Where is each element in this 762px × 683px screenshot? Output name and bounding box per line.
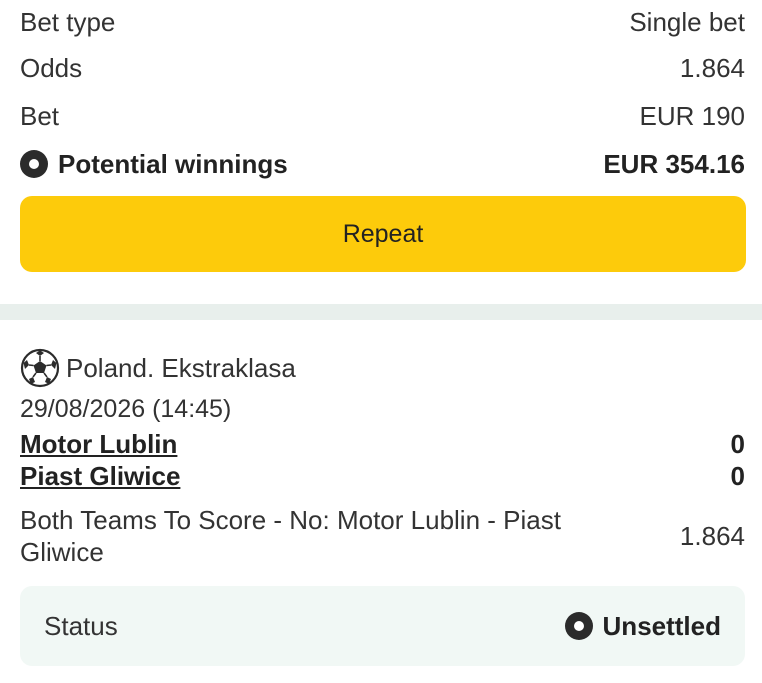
potential-winnings-label-wrap: Potential winnings [20, 149, 288, 180]
section-divider [0, 304, 762, 320]
bet-summary: Bet type Single bet Odds 1.864 Bet EUR 1… [0, 0, 762, 272]
market-row: Both Teams To Score - No: Motor Lublin -… [20, 504, 745, 568]
team-name-home[interactable]: Motor Lublin [20, 428, 177, 460]
bet-type-label: Bet type [20, 6, 116, 37]
status-value: Unsettled [602, 610, 721, 641]
event-datetime: 29/08/2026 (14:45) [20, 395, 232, 423]
potential-winnings-row: Potential winnings EUR 354.16 [20, 140, 745, 188]
bet-value: EUR 190 [639, 100, 746, 131]
event-details: Poland. Ekstraklasa 29/08/2026 (14:45) M… [0, 320, 762, 666]
soccer-ball-icon [20, 348, 60, 388]
league-name: Poland. Ekstraklasa [66, 352, 296, 383]
radio-dot-icon [564, 612, 593, 640]
bet-label: Bet [20, 100, 60, 131]
potential-winnings-value: EUR 354.16 [603, 148, 745, 179]
odds-label: Odds [20, 52, 83, 83]
league-row: Poland. Ekstraklasa [20, 348, 745, 388]
team-row-away: Piast Gliwice 0 [20, 460, 745, 492]
bet-row: Bet EUR 190 [20, 92, 745, 140]
market-description: Both Teams To Score - No: Motor Lublin -… [20, 505, 561, 567]
odds-value: 1.864 [679, 52, 745, 83]
radio-dot-icon [20, 150, 48, 178]
team-row-home: Motor Lublin 0 [20, 428, 745, 460]
repeat-button[interactable]: Repeat [20, 196, 746, 272]
team-score-away: 0 [730, 461, 745, 491]
team-name-away[interactable]: Piast Gliwice [20, 460, 180, 492]
market-odds: 1.864 [679, 520, 745, 551]
bet-type-value: Single bet [629, 6, 745, 37]
status-box: Status Unsettled [20, 586, 745, 666]
bet-type-row: Bet type Single bet [20, 0, 745, 44]
potential-winnings-label: Potential winnings [58, 148, 288, 179]
status-value-wrap: Unsettled [564, 610, 721, 642]
odds-row: Odds 1.864 [20, 44, 745, 92]
team-score-home: 0 [730, 429, 745, 459]
status-label: Status [44, 610, 118, 641]
